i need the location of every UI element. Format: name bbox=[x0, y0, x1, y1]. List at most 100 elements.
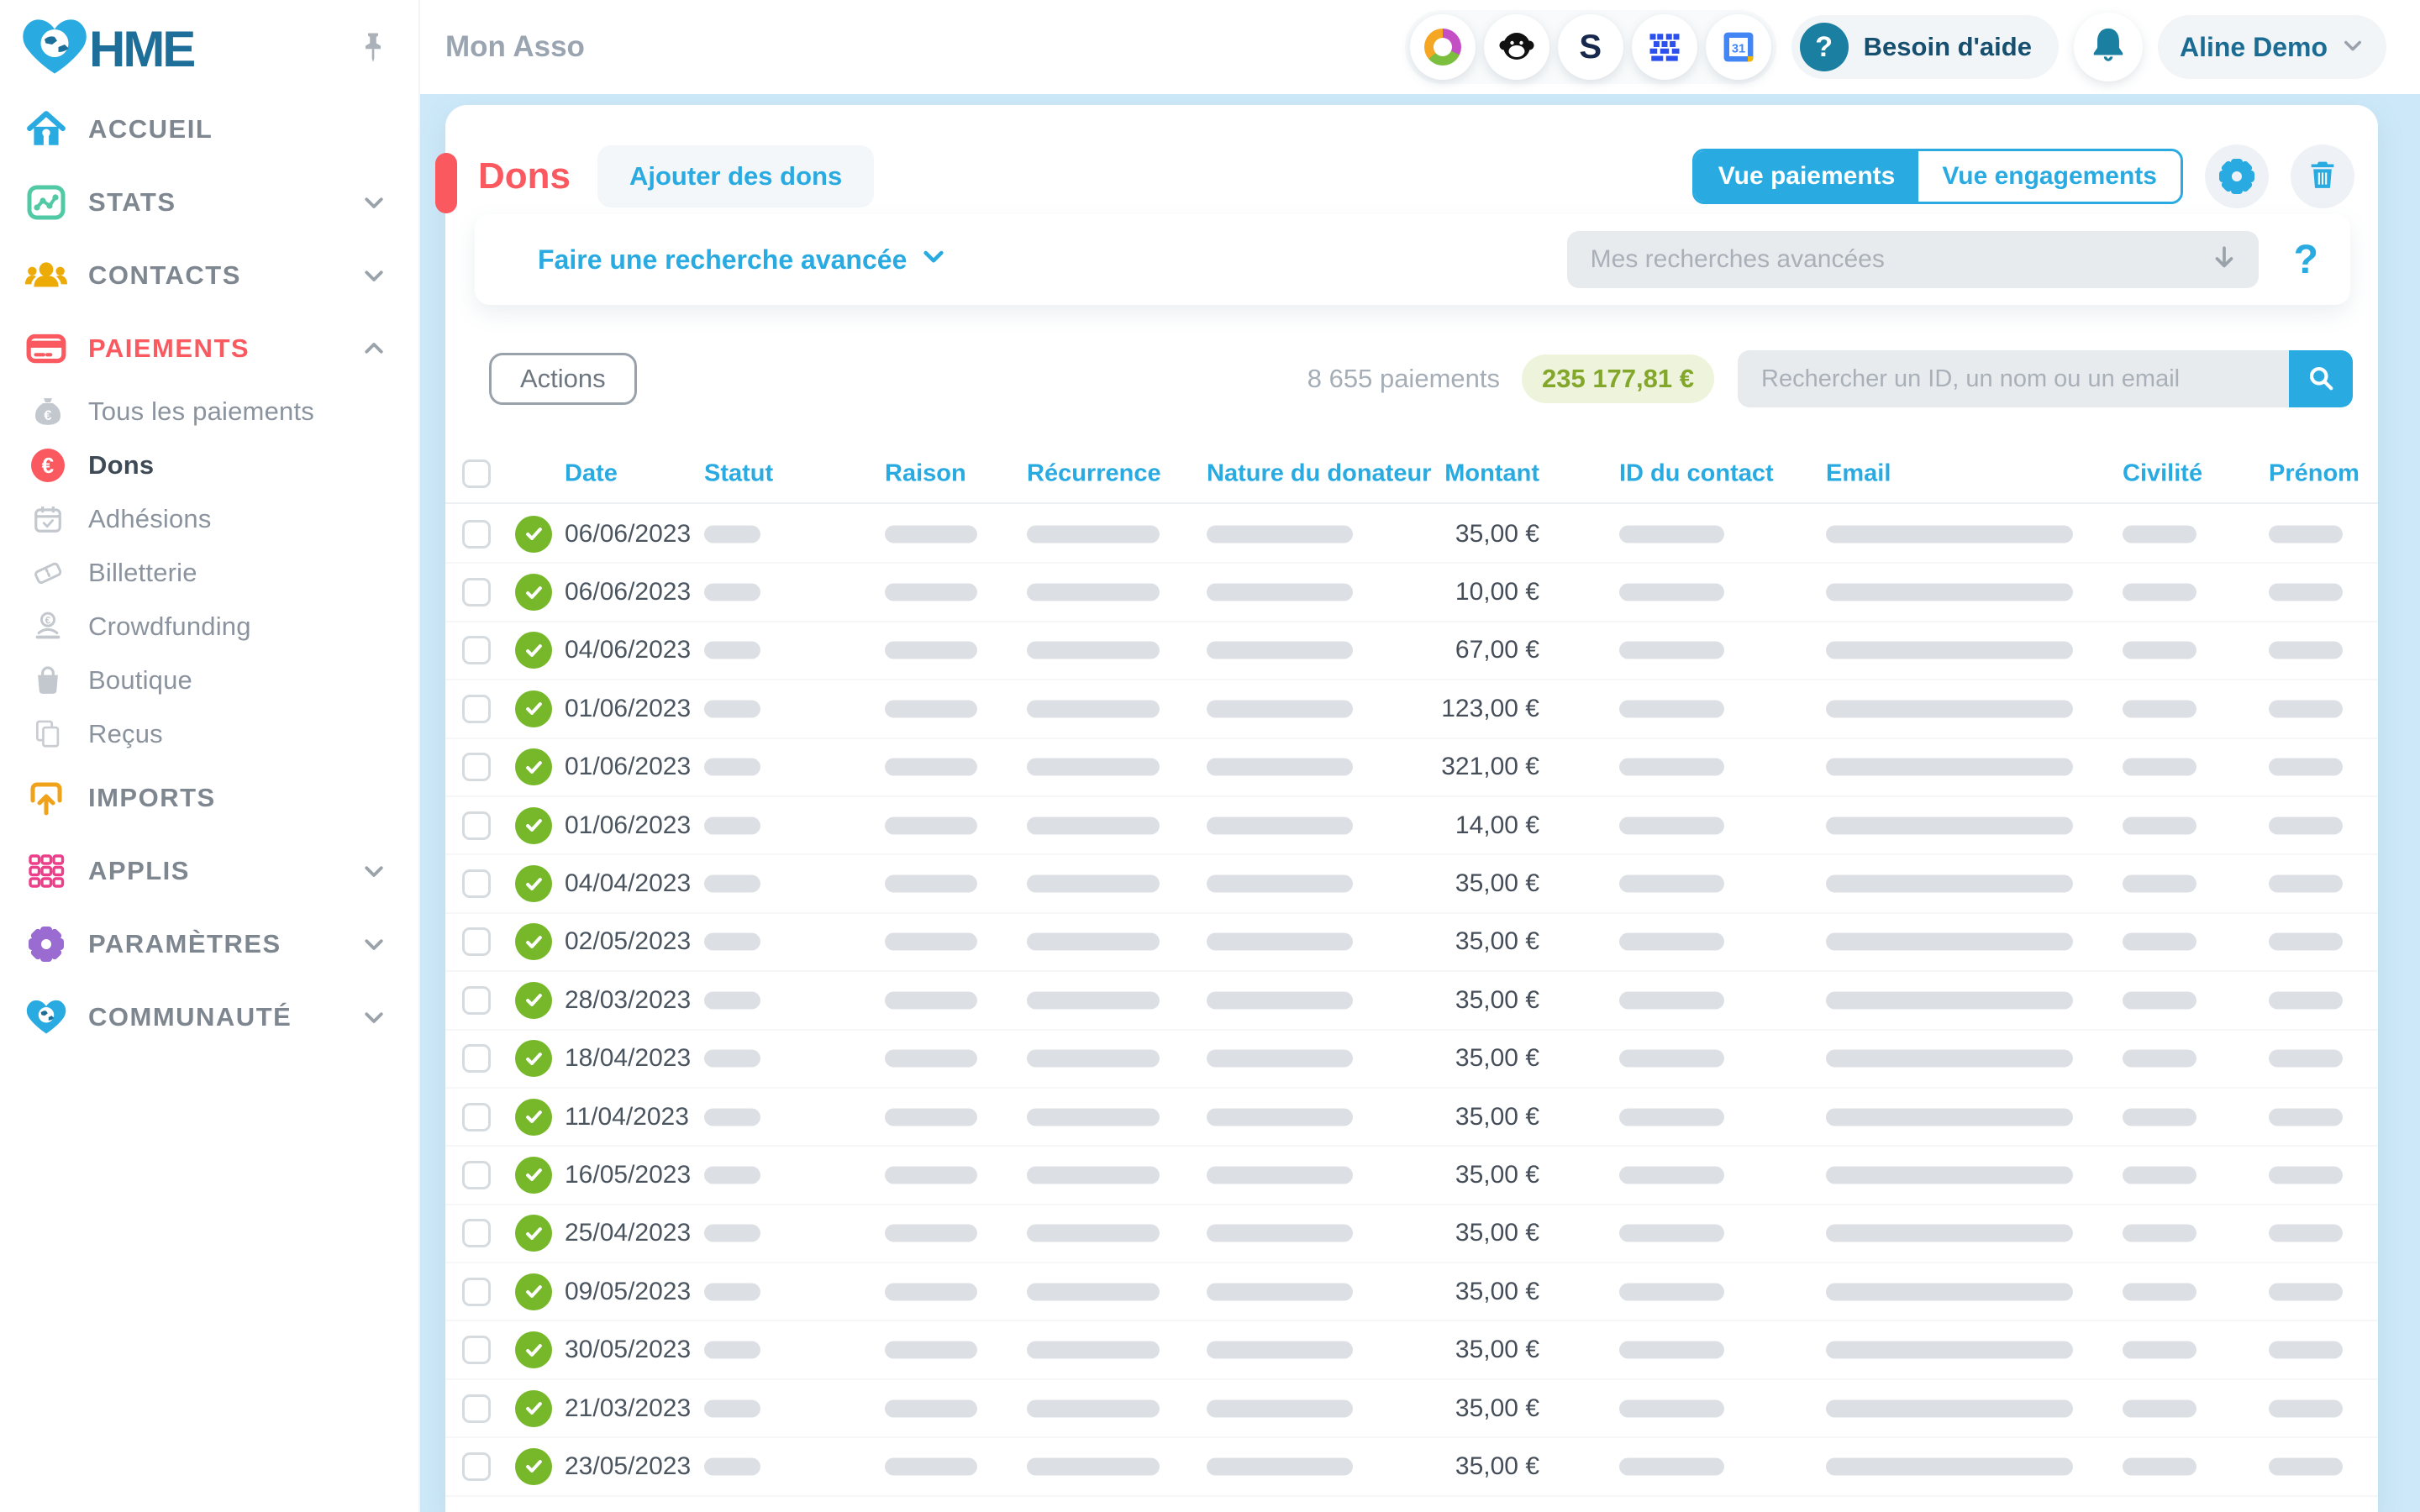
column-header-raison[interactable]: Raison bbox=[885, 460, 977, 488]
row-checkbox[interactable] bbox=[462, 1394, 491, 1423]
cell-amount: 35,00 € bbox=[1353, 1452, 1539, 1481]
row-checkbox[interactable] bbox=[462, 578, 491, 606]
column-header-id-contact[interactable]: ID du contact bbox=[1619, 460, 1724, 488]
table-row[interactable]: 30/05/202335,00 € bbox=[445, 1321, 2378, 1379]
row-checkbox[interactable] bbox=[462, 1161, 491, 1189]
row-checkbox[interactable] bbox=[462, 753, 491, 781]
table-row[interactable]: 04/06/202367,00 € bbox=[445, 622, 2378, 680]
sidebar-item-crowdfunding[interactable]: € Crowdfunding bbox=[0, 600, 418, 654]
row-checkbox[interactable] bbox=[462, 1452, 491, 1481]
row-checkbox[interactable] bbox=[462, 520, 491, 549]
sidebar-item-communaute[interactable]: COMMUNAUTÉ bbox=[0, 980, 418, 1053]
table-row[interactable]: 16/05/202335,00 € bbox=[445, 1147, 2378, 1205]
stripe-icon[interactable]: S bbox=[1558, 14, 1623, 80]
table-row[interactable]: 02/05/202335,00 € bbox=[445, 914, 2378, 972]
google-calendar-icon[interactable]: 31 bbox=[1706, 14, 1771, 80]
table-row[interactable]: 09/05/202335,00 € bbox=[445, 1263, 2378, 1321]
search-button[interactable] bbox=[2289, 350, 2353, 407]
notifications-button[interactable] bbox=[2074, 13, 2143, 81]
row-checkbox[interactable] bbox=[462, 927, 491, 956]
column-header-recurrence[interactable]: Récurrence bbox=[1027, 460, 1160, 488]
table-row[interactable]: 23/05/202335,00 € bbox=[445, 1438, 2378, 1496]
column-header-date[interactable]: Date bbox=[565, 460, 618, 488]
sidebar-item-applis[interactable]: APPLIS bbox=[0, 834, 418, 907]
sidebar-item-adhesions[interactable]: Adhésions bbox=[0, 492, 418, 546]
row-checkbox[interactable] bbox=[462, 1044, 491, 1073]
sidebar-item-billetterie[interactable]: Billetterie bbox=[0, 546, 418, 600]
delete-button[interactable] bbox=[2291, 144, 2354, 208]
search-input[interactable] bbox=[1738, 350, 2289, 407]
sidebar-item-tous-les-paiements[interactable]: € Tous les paiements bbox=[0, 385, 418, 438]
status-success-icon bbox=[515, 1331, 552, 1368]
column-header-nature[interactable]: Nature du donateur bbox=[1207, 460, 1353, 488]
row-checkbox[interactable] bbox=[462, 811, 491, 840]
pixel-app-icon[interactable] bbox=[1632, 14, 1697, 80]
sidebar-item-accueil[interactable]: ACCUEIL bbox=[0, 92, 418, 165]
placeholder-civilite bbox=[2123, 584, 2196, 601]
column-header-statut[interactable]: Statut bbox=[704, 460, 760, 488]
actions-button[interactable]: Actions bbox=[489, 353, 637, 405]
row-checkbox[interactable] bbox=[462, 1336, 491, 1364]
table-row[interactable]: 04/04/202335,00 € bbox=[445, 855, 2378, 913]
row-checkbox[interactable] bbox=[462, 869, 491, 898]
helloasso-icon[interactable] bbox=[1410, 14, 1476, 80]
cell-amount: 35,00 € bbox=[1353, 1219, 1539, 1247]
row-checkbox[interactable] bbox=[462, 986, 491, 1015]
view-payments-tab[interactable]: Vue paiements bbox=[1695, 151, 1919, 202]
placeholder-id-contact bbox=[1619, 1108, 1724, 1126]
placeholder-nature bbox=[1207, 875, 1353, 893]
placeholder-email bbox=[1826, 991, 2073, 1009]
column-header-prenom[interactable]: Prénom bbox=[2269, 460, 2343, 488]
pin-sidebar-icon[interactable] bbox=[358, 30, 388, 68]
column-header-email[interactable]: Email bbox=[1826, 460, 2073, 488]
advanced-search-toggle[interactable]: Faire une recherche avancée bbox=[538, 243, 947, 276]
table-row[interactable]: 28/03/202335,00 € bbox=[445, 972, 2378, 1030]
table-row[interactable]: 06/06/202335,00 € bbox=[445, 506, 2378, 564]
add-donations-button[interactable]: Ajouter des dons bbox=[597, 145, 874, 207]
table-row[interactable]: 11/04/202335,00 € bbox=[445, 1089, 2378, 1147]
sidebar-nav: ACCUEIL STATS CONTACTS PAIEMENTS bbox=[0, 92, 418, 1053]
table-row[interactable]: 01/06/202314,00 € bbox=[445, 797, 2378, 855]
sidebar-item-stats[interactable]: STATS bbox=[0, 165, 418, 239]
table-row[interactable]: 01/06/2023123,00 € bbox=[445, 680, 2378, 738]
table-row[interactable]: 21/03/202335,00 € bbox=[445, 1380, 2378, 1438]
sidebar-item-parametres[interactable]: PARAMÈTRES bbox=[0, 907, 418, 980]
placeholder-nature bbox=[1207, 1457, 1353, 1475]
sidebar-item-dons[interactable]: € Dons bbox=[0, 438, 418, 492]
page-accent-bar bbox=[435, 153, 457, 213]
table-row[interactable]: 01/06/2023321,00 € bbox=[445, 739, 2378, 797]
row-checkbox[interactable] bbox=[462, 695, 491, 723]
mailchimp-icon[interactable] bbox=[1484, 14, 1549, 80]
row-checkbox[interactable] bbox=[462, 636, 491, 664]
table-row[interactable]: 06/06/202310,00 € bbox=[445, 564, 2378, 622]
help-button[interactable]: ? Besoin d'aide bbox=[1791, 15, 2059, 79]
row-checkbox[interactable] bbox=[462, 1278, 491, 1306]
sidebar-item-recus[interactable]: Reçus bbox=[0, 707, 418, 761]
placeholder-nature bbox=[1207, 991, 1353, 1009]
placeholder-id-contact bbox=[1619, 1050, 1724, 1068]
column-header-montant[interactable]: Montant bbox=[1353, 460, 1539, 488]
select-all-checkbox[interactable] bbox=[462, 459, 491, 488]
status-success-icon bbox=[515, 1390, 552, 1427]
status-success-icon bbox=[515, 748, 552, 785]
cell-amount: 10,00 € bbox=[1353, 578, 1539, 606]
column-header-civilite[interactable]: Civilité bbox=[2123, 460, 2196, 488]
status-success-icon bbox=[515, 574, 552, 611]
sidebar-item-imports[interactable]: IMPORTS bbox=[0, 761, 418, 834]
sidebar-item-boutique[interactable]: Boutique bbox=[0, 654, 418, 707]
placeholder-statut bbox=[704, 525, 760, 543]
table-row[interactable]: 25/04/202335,00 € bbox=[445, 1205, 2378, 1263]
search-help-button[interactable]: ? bbox=[2294, 237, 2318, 283]
table-settings-button[interactable] bbox=[2205, 144, 2269, 208]
user-menu[interactable]: Aline Demo bbox=[2158, 15, 2386, 79]
row-checkbox[interactable] bbox=[462, 1219, 491, 1247]
saved-searches-input[interactable] bbox=[1567, 231, 2259, 288]
placeholder-nature bbox=[1207, 525, 1353, 543]
arrow-down-icon[interactable] bbox=[2210, 244, 2238, 276]
sidebar-item-paiements[interactable]: PAIEMENTS bbox=[0, 312, 418, 385]
table-row[interactable]: 18/04/202335,00 € bbox=[445, 1031, 2378, 1089]
view-engagements-tab[interactable]: Vue engagements bbox=[1918, 151, 2181, 202]
sidebar-item-contacts[interactable]: CONTACTS bbox=[0, 239, 418, 312]
placeholder-recurrence bbox=[1027, 816, 1160, 834]
row-checkbox[interactable] bbox=[462, 1103, 491, 1131]
